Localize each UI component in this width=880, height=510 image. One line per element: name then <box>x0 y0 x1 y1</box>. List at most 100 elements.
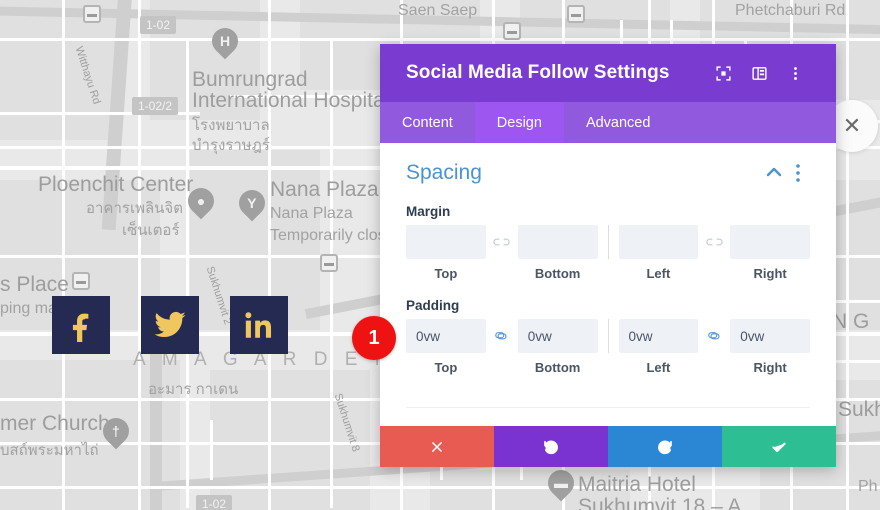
highway-shield: 1-02 <box>140 16 177 34</box>
tab-content[interactable]: Content <box>380 102 475 143</box>
margin-left-cell: Left <box>618 225 699 281</box>
map-label: เซ็นเตอร์ <box>122 222 180 239</box>
padding-left-caption: Left <box>646 360 671 375</box>
margin-right-input[interactable] <box>730 225 810 259</box>
step-badge: 1 <box>352 316 396 360</box>
padding-group: Padding Top <box>406 298 810 375</box>
undo-icon <box>544 440 558 454</box>
screenshot-root: Saen Saep Phetchaburi Rd Witthayu Rd Bumrun… <box>0 0 880 510</box>
cancel-button[interactable] <box>380 426 494 467</box>
margin-left-caption: Left <box>646 266 671 281</box>
padding-top-caption: Top <box>434 360 458 375</box>
margin-link-top-bottom-icon[interactable] <box>486 225 518 259</box>
facebook-icon <box>72 313 89 342</box>
margin-bottom-caption: Bottom <box>534 266 581 281</box>
tab-advanced[interactable]: Advanced <box>564 102 673 143</box>
margin-left-input[interactable] <box>618 225 699 259</box>
map-label: Sukhu <box>838 398 880 421</box>
margin-top-cell: Top <box>406 225 486 281</box>
more-options-icon[interactable] <box>780 58 810 88</box>
spacing-section-header: Spacing <box>406 143 810 187</box>
twitter-button[interactable] <box>141 296 199 354</box>
padding-right-input[interactable] <box>730 319 810 353</box>
padding-divider <box>607 319 609 353</box>
padding-right-cell: Right <box>730 319 810 375</box>
padding-label: Padding <box>406 298 460 313</box>
padding-bottom-caption: Bottom <box>534 360 581 375</box>
x-icon <box>431 441 442 452</box>
redo-icon <box>658 440 672 454</box>
map-label: Ph <box>858 478 878 495</box>
fullscreen-icon[interactable] <box>708 58 738 88</box>
map-label: Saen Saep <box>398 2 478 19</box>
modal-footer <box>380 426 836 467</box>
margin-bottom-cell: Bottom <box>517 225 598 281</box>
twitter-icon <box>154 311 186 338</box>
map-label: N G <box>832 310 870 333</box>
map-label: Sukhumvit 18 – A <box>578 495 742 510</box>
body-divider <box>406 407 810 408</box>
step-badge-value: 1 <box>368 326 380 349</box>
margin-right-caption: Right <box>753 266 787 281</box>
modal-header: Social Media Follow Settings <box>380 44 836 102</box>
padding-link-top-bottom-icon[interactable] <box>486 319 518 353</box>
section-title: Spacing <box>406 161 482 184</box>
linkedin-icon <box>245 312 272 338</box>
transit-icon: ▬ <box>503 22 521 40</box>
modal-tabs: Content Design Advanced <box>380 102 836 143</box>
settings-modal: Social Media Follow Settings Content Des… <box>380 44 836 467</box>
padding-top-input[interactable] <box>406 319 486 353</box>
padding-bottom-cell: Bottom <box>517 319 598 375</box>
map-pin-glyph: † <box>112 423 120 440</box>
map-pin-glyph: Y <box>247 195 257 211</box>
undo-button[interactable] <box>494 426 608 467</box>
margin-bottom-input[interactable] <box>517 225 598 259</box>
transit-icon: ▬ <box>83 5 101 23</box>
map-label: อาคารเพลินจิต <box>86 200 183 217</box>
margin-right-cell: Right <box>730 225 810 281</box>
close-icon: ✕ <box>842 113 862 138</box>
map-label: International Hospital <box>192 89 390 112</box>
padding-top-cell: Top <box>406 319 486 375</box>
margin-label: Margin <box>406 204 451 219</box>
padding-left-cell: Left <box>618 319 699 375</box>
save-button[interactable] <box>722 426 836 467</box>
padding-left-input[interactable] <box>618 319 699 353</box>
map-label: Phetchaburi Rd <box>735 2 846 19</box>
redo-button[interactable] <box>608 426 722 467</box>
highway-shield: 1-02/2 <box>132 97 179 115</box>
padding-bottom-input[interactable] <box>517 319 598 353</box>
map-label: Nana Plaza <box>270 205 353 222</box>
map-label: Ploenchit Center <box>38 173 194 196</box>
map-pin-glyph: H <box>219 33 231 49</box>
facebook-button[interactable] <box>52 296 110 354</box>
map-label: s Place <box>0 273 69 296</box>
map-label: mer Church <box>0 412 110 435</box>
map-label: บสถ์พระมหาไถ่ <box>0 442 99 459</box>
padding-link-left-right-icon[interactable] <box>698 319 730 353</box>
margin-top-input[interactable] <box>406 225 486 259</box>
modal-title: Social Media Follow Settings <box>406 62 670 83</box>
map-pin-glyph: ● <box>196 193 206 209</box>
padding-right-caption: Right <box>753 360 787 375</box>
collapse-chevron-icon[interactable] <box>762 161 786 185</box>
margin-link-left-right-icon[interactable] <box>698 225 730 259</box>
highway-shield: 1-02 <box>196 495 233 510</box>
margin-divider <box>607 225 609 259</box>
map-label: บำรุงราษฎร์ <box>192 137 270 154</box>
map-pin-glyph: ▬ <box>554 475 568 491</box>
layout-icon[interactable] <box>744 58 774 88</box>
modal-body: Spacing Margin Top Bottom Left Right Pad… <box>380 143 836 426</box>
airport-icon: ▬ <box>320 254 338 272</box>
shop-icon: ▬ <box>72 272 90 290</box>
linkedin-button[interactable] <box>230 296 288 354</box>
tab-design[interactable]: Design <box>474 102 564 143</box>
section-more-icon[interactable] <box>786 161 810 185</box>
map-label: อะมาร กาเดน <box>148 381 239 398</box>
check-icon <box>772 442 786 452</box>
margin-top-caption: Top <box>434 266 458 281</box>
map-label: Maitria Hotel <box>578 473 696 496</box>
margin-group: Margin Top Bottom Left Right <box>406 204 810 281</box>
map-label: ping ma <box>0 300 57 317</box>
map-label: Temporarily clos <box>270 227 386 244</box>
